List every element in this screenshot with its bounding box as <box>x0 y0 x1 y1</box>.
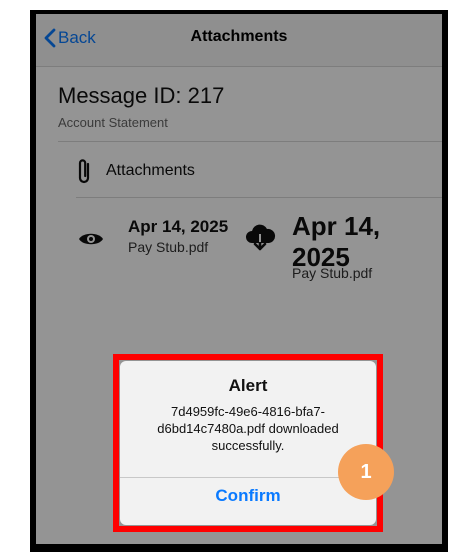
device-frame: Back Attachments Message ID: 217 Account… <box>30 10 448 552</box>
confirm-button[interactable]: Confirm <box>120 486 376 506</box>
screen: Back Attachments Message ID: 217 Account… <box>36 14 442 544</box>
step-badge: 1 <box>338 444 394 500</box>
alert-title: Alert <box>228 376 268 395</box>
alert-dialog: Alert 7d4959fc-49e6-4816-bfa7-d6bd14c748… <box>120 361 376 525</box>
alert-message: 7d4959fc-49e6-4816-bfa7-d6bd14c7480a.pdf… <box>157 404 339 453</box>
